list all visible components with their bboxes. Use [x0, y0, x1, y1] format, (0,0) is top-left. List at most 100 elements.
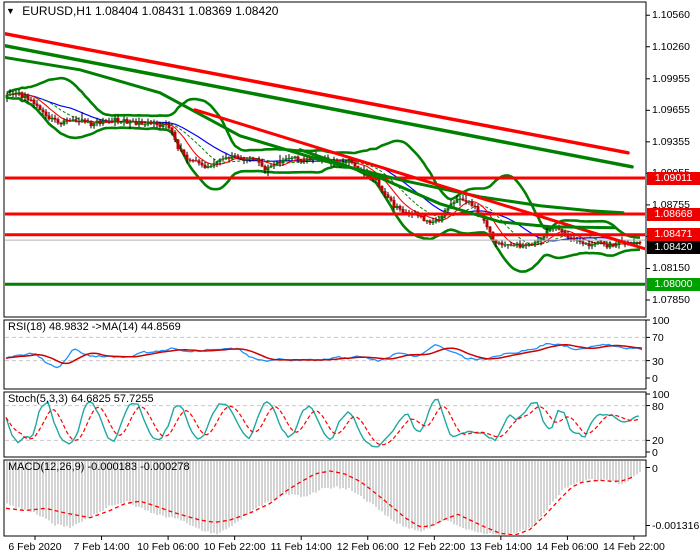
- macd-indicator-label: MACD(12,26,9) -0.000183 -0.000278: [8, 461, 190, 473]
- candle-body: [89, 121, 93, 127]
- candle-body: [62, 120, 66, 125]
- candle-body: [308, 158, 312, 161]
- candle-body: [488, 226, 492, 233]
- candle-body: [200, 162, 204, 166]
- candle-body: [191, 160, 195, 162]
- candle-body: [227, 157, 231, 159]
- candle-body: [437, 219, 441, 222]
- candle-body: [524, 244, 528, 246]
- candle-body: [35, 103, 39, 106]
- candle-body: [296, 156, 300, 161]
- candle-body: [203, 164, 207, 169]
- candle-body: [428, 220, 432, 224]
- candle-body: [380, 185, 384, 192]
- ohlc-header: ▼ EURUSD,H1 1.08404 1.08431 1.08369 1.08…: [6, 4, 278, 18]
- candle-body: [134, 121, 138, 125]
- candle-body: [146, 121, 150, 125]
- candle-body: [125, 119, 129, 124]
- candle-body: [263, 166, 267, 171]
- candle-body: [77, 121, 81, 123]
- candle-body: [299, 159, 303, 162]
- candle-body: [602, 241, 606, 245]
- candle-body: [254, 158, 258, 161]
- candle-body: [476, 206, 480, 214]
- chart-window: 1.10560 1.10260 1.09955 1.09655 1.09355 1.090…: [0, 0, 700, 560]
- candle-body: [194, 160, 198, 162]
- candle-body: [173, 131, 177, 141]
- candle-body: [521, 244, 525, 248]
- candle-body: [47, 115, 51, 120]
- candle-body: [152, 122, 156, 124]
- candle-body: [95, 120, 99, 124]
- candle-body: [587, 243, 591, 247]
- candle-body: [392, 200, 396, 209]
- candle-body: [485, 220, 489, 228]
- candle-body: [80, 119, 84, 122]
- candle-body: [560, 229, 564, 233]
- candle-body: [5, 94, 9, 99]
- candle-body: [20, 92, 24, 99]
- candle-body: [275, 162, 279, 166]
- price-axis[interactable]: [646, 0, 700, 536]
- candle-body: [581, 241, 585, 245]
- candle-body: [425, 220, 429, 222]
- stoch-indicator-label: Stoch(5,3,3) 64.6825 57.7255: [8, 393, 154, 405]
- candle-body: [65, 120, 69, 122]
- candle-body: [389, 197, 393, 201]
- candle-body: [149, 121, 153, 124]
- candle-body: [155, 122, 159, 126]
- candle-body: [92, 122, 96, 127]
- candle-body: [140, 120, 144, 125]
- symbol-dropdown-icon[interactable]: ▼: [6, 4, 15, 18]
- candle-body: [41, 109, 45, 113]
- time-axis[interactable]: [0, 537, 700, 560]
- candle-body: [131, 121, 135, 123]
- candle-body: [221, 158, 225, 160]
- candle-body: [197, 160, 201, 164]
- candle-body: [182, 149, 186, 156]
- candle-body: [527, 243, 531, 246]
- candle-body: [284, 158, 288, 161]
- symbol-label: EURUSD,H1: [22, 4, 92, 18]
- candle-body: [44, 111, 48, 117]
- ohlc-values: 1.08404 1.08431 1.08369 1.08420: [94, 4, 279, 18]
- candle-body: [59, 122, 63, 125]
- candle-body: [137, 120, 141, 125]
- candle-body: [596, 241, 600, 245]
- candle-body: [467, 201, 471, 203]
- candle-body: [248, 157, 252, 160]
- candle-body: [635, 241, 639, 244]
- candle-body: [605, 243, 609, 248]
- candle-body: [164, 123, 168, 125]
- candle-body: [281, 159, 285, 164]
- candle-body: [122, 119, 126, 123]
- candle-body: [512, 245, 516, 247]
- candle-body: [110, 120, 114, 123]
- candle-body: [236, 155, 240, 159]
- candle-body: [74, 119, 78, 122]
- candle-body: [446, 208, 450, 211]
- candle-body: [116, 117, 120, 123]
- candle-body: [452, 202, 456, 205]
- price-chart-canvas[interactable]: [0, 0, 700, 560]
- candle-body: [500, 242, 504, 246]
- candle-body: [113, 117, 117, 123]
- candle-body: [347, 160, 351, 163]
- candle-body: [29, 99, 33, 101]
- candle-body: [383, 191, 387, 195]
- candle-body: [344, 161, 348, 164]
- candle-body: [302, 160, 306, 162]
- candle-body: [86, 121, 90, 123]
- candle-body: [395, 205, 399, 209]
- candle-body: [401, 209, 405, 213]
- candle-body: [11, 93, 15, 95]
- candle-body: [104, 120, 108, 122]
- candle-body: [209, 165, 213, 168]
- candle-body: [251, 157, 255, 161]
- candle-body: [305, 158, 309, 161]
- candle-body: [506, 244, 510, 246]
- candle-body: [269, 165, 273, 168]
- candle-body: [494, 240, 498, 244]
- candle-body: [224, 157, 228, 159]
- candle-body: [8, 94, 12, 96]
